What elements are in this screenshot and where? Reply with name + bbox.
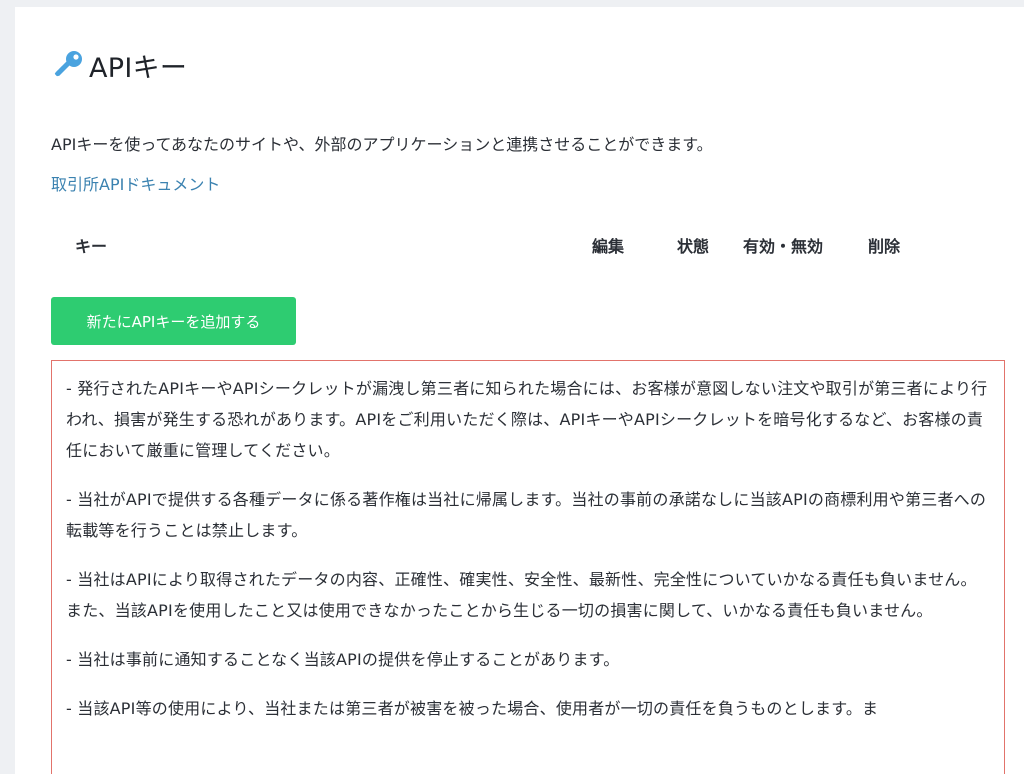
page-header: APIキー [51, 45, 187, 85]
api-docs-link[interactable]: 取引所APIドキュメント [51, 173, 220, 197]
notice-paragraph: - 当社はAPIにより取得されたデータの内容、正確性、確実性、安全性、最新性、完… [66, 570, 977, 620]
notice-paragraph: - 当社がAPIで提供する各種データに係る著作権は当社に帰属します。当社の事前の… [66, 490, 987, 540]
column-header-enabled: 有効・無効 [743, 237, 824, 256]
column-header-key: キー [75, 237, 108, 256]
api-key-table-header: キー 編集 状態 有効・無効 削除 [51, 233, 931, 259]
add-api-key-button[interactable]: 新たにAPIキーを追加する [51, 297, 296, 345]
column-header-delete: 削除 [868, 237, 901, 256]
page-title: APIキー [89, 52, 188, 84]
api-usage-notice: - 発行されたAPIキーやAPIシークレットが漏洩し第三者に知られた場合には、お… [51, 360, 1005, 774]
notice-paragraph: - 発行されたAPIキーやAPIシークレットが漏洩し第三者に知られた場合には、お… [66, 379, 988, 460]
intro-text: APIキーを使ってあなたのサイトや、外部のアプリケーションと連携させることができ… [51, 135, 713, 154]
column-header-edit: 編集 [592, 237, 625, 256]
notice-paragraph: - 当該API等の使用により、当社または第三者が被害を被った場合、使用者が一切の… [66, 699, 879, 718]
api-key-panel: APIキー APIキーを使ってあなたのサイトや、外部のアプリケーションと連携させ… [15, 7, 1024, 774]
column-header-status: 状態 [677, 237, 710, 256]
notice-paragraph: - 当社は事前に通知することなく当該APIの提供を停止することがあります。 [66, 650, 620, 669]
key-icon [51, 48, 85, 82]
